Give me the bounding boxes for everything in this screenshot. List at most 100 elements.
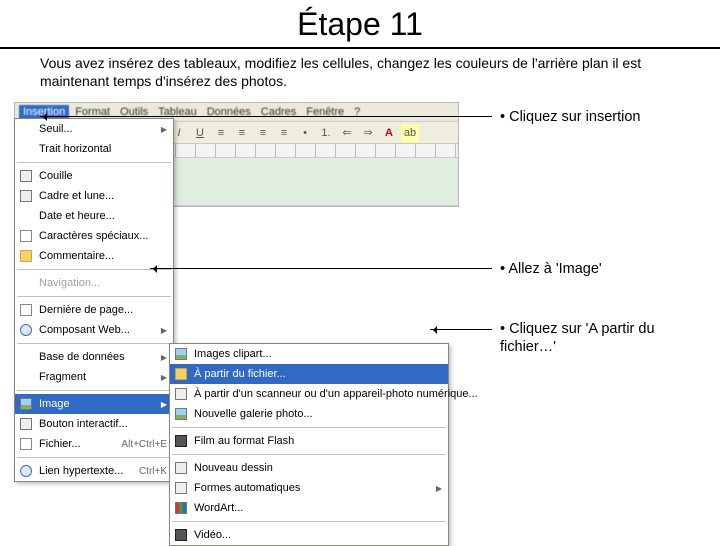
insert-menu-item[interactable]: Date et heure... bbox=[15, 206, 173, 226]
pic-icon bbox=[175, 348, 187, 360]
submenu-arrow-icon: ▶ bbox=[161, 373, 167, 382]
link-icon bbox=[20, 324, 32, 336]
insert-menu-item[interactable]: Bouton interactif... bbox=[15, 414, 173, 434]
pic-icon bbox=[20, 398, 32, 410]
align-center-button[interactable]: ≡ bbox=[233, 124, 251, 142]
doc-icon bbox=[20, 304, 32, 316]
font-color-button[interactable]: A bbox=[380, 124, 398, 142]
image-submenu-item[interactable]: Nouvelle galerie photo... bbox=[170, 404, 448, 424]
shortcut: Ctrl+K bbox=[139, 466, 167, 477]
insert-menu-item[interactable]: Image▶ bbox=[15, 394, 173, 414]
page-title: Étape 11 bbox=[0, 0, 720, 49]
square-icon bbox=[175, 388, 187, 400]
arrow-2 bbox=[150, 268, 492, 269]
indent-button[interactable]: ⇒ bbox=[359, 124, 377, 142]
image-submenu-label: Images clipart... bbox=[194, 348, 272, 360]
square-icon bbox=[20, 170, 32, 182]
image-submenu-item[interactable]: Nouveau dessin bbox=[170, 458, 448, 478]
square-icon bbox=[20, 190, 32, 202]
insert-menu-label: Base de données bbox=[39, 351, 125, 363]
image-submenu-item[interactable]: À partir d'un scanneur ou d'un appareil-… bbox=[170, 384, 448, 404]
insert-menu-item[interactable]: Couille bbox=[15, 166, 173, 186]
image-submenu-label: WordArt... bbox=[194, 502, 243, 514]
arrow-3 bbox=[430, 329, 492, 330]
insert-menu-item[interactable]: Dernière de page... bbox=[15, 300, 173, 320]
image-submenu-item[interactable]: À partir du fichier... bbox=[170, 364, 448, 384]
insert-menu-item[interactable]: Commentaire... bbox=[15, 246, 173, 266]
image-submenu-separator bbox=[172, 521, 446, 522]
insert-menu-label: Composant Web... bbox=[39, 324, 130, 336]
pic-icon bbox=[175, 408, 187, 420]
image-submenu-label: Formes automatiques bbox=[194, 482, 300, 494]
square-icon bbox=[175, 482, 187, 494]
insert-menu-item[interactable]: Seuil... ▶ bbox=[15, 119, 173, 139]
image-submenu-label: À partir du fichier... bbox=[194, 368, 286, 380]
doc-icon bbox=[20, 438, 32, 450]
insert-menu-label: Commentaire... bbox=[39, 250, 114, 262]
image-submenu-label: Nouvelle galerie photo... bbox=[194, 408, 313, 420]
image-submenu: Images clipart... À partir du fichier... À… bbox=[169, 343, 449, 546]
insert-menu-separator bbox=[17, 457, 171, 458]
submenu-arrow-icon: ▶ bbox=[436, 484, 442, 493]
insert-menu-label: Lien hypertexte... bbox=[39, 465, 123, 477]
insert-menu: Seuil... ▶ Trait horizontal Couille Cadre et… bbox=[14, 118, 174, 482]
highlight-button[interactable]: ab bbox=[401, 124, 419, 142]
numbering-button[interactable]: 1. bbox=[317, 124, 335, 142]
image-submenu-item[interactable]: Film au format Flash bbox=[170, 431, 448, 451]
insert-menu-item[interactable]: Cadre et lune... bbox=[15, 186, 173, 206]
insert-menu-label: Dernière de page... bbox=[39, 304, 133, 316]
align-left-button[interactable]: ≡ bbox=[212, 124, 230, 142]
underline-button[interactable]: U bbox=[191, 124, 209, 142]
insert-menu-item[interactable]: Fragment ▶ bbox=[15, 367, 173, 387]
figure-area: InsertionFormatOutilsTableauDonnéesCadre… bbox=[0, 98, 720, 518]
insert-menu-label: Caractères spéciaux... bbox=[39, 230, 148, 242]
doc-icon bbox=[20, 230, 32, 242]
image-submenu-separator bbox=[172, 454, 446, 455]
video-icon bbox=[175, 435, 187, 447]
video-icon bbox=[175, 529, 187, 541]
justify-button[interactable]: ≡ bbox=[275, 124, 293, 142]
insert-menu-separator bbox=[17, 162, 171, 163]
outdent-button[interactable]: ⇐ bbox=[338, 124, 356, 142]
insert-menu-label: Date et heure... bbox=[39, 210, 115, 222]
insert-menu-item[interactable]: Caractères spéciaux... bbox=[15, 226, 173, 246]
intro-text: Vous avez insérez des tableaux, modifiez… bbox=[0, 55, 720, 98]
insert-menu-item[interactable]: Trait horizontal bbox=[15, 139, 173, 159]
align-right-button[interactable]: ≡ bbox=[254, 124, 272, 142]
insert-menu-item[interactable]: Base de données▶ bbox=[15, 347, 173, 367]
callout-3: Cliquez sur 'A partir du fichier…' bbox=[500, 320, 700, 356]
insert-menu-item: Navigation... bbox=[15, 273, 173, 293]
submenu-arrow-icon: ▶ bbox=[161, 125, 167, 134]
link-icon bbox=[20, 465, 32, 477]
arrow-1 bbox=[40, 116, 492, 117]
insert-menu-label: Trait horizontal bbox=[39, 143, 111, 155]
image-submenu-item[interactable]: WordArt... bbox=[170, 498, 448, 518]
image-submenu-label: À partir d'un scanneur ou d'un appareil-… bbox=[194, 388, 478, 400]
bullets-button[interactable]: • bbox=[296, 124, 314, 142]
insert-menu-separator bbox=[17, 296, 171, 297]
insert-menu-separator bbox=[17, 343, 171, 344]
insert-menu-item[interactable]: Lien hypertexte... Ctrl+K bbox=[15, 461, 173, 481]
insert-menu-separator bbox=[17, 390, 171, 391]
image-submenu-item[interactable]: Images clipart... bbox=[170, 344, 448, 364]
insert-menu-label: Couille bbox=[39, 170, 73, 182]
chart-icon bbox=[175, 502, 187, 514]
insert-menu-label: Seuil... bbox=[39, 123, 73, 135]
image-submenu-separator bbox=[172, 427, 446, 428]
insert-menu-label: Fragment bbox=[39, 371, 86, 383]
image-submenu-label: Film au format Flash bbox=[194, 435, 294, 447]
folder-icon bbox=[175, 368, 187, 380]
square-icon bbox=[20, 418, 32, 430]
image-submenu-label: Vidéo... bbox=[194, 529, 231, 541]
submenu-arrow-icon: ▶ bbox=[161, 326, 167, 335]
insert-menu-separator bbox=[17, 269, 171, 270]
submenu-arrow-icon: ▶ bbox=[161, 400, 167, 409]
callout-2: Allez à 'Image' bbox=[500, 260, 700, 278]
folder-icon bbox=[20, 250, 32, 262]
insert-menu-item[interactable]: Fichier...Alt+Ctrl+E bbox=[15, 434, 173, 454]
insert-menu-label: Bouton interactif... bbox=[39, 418, 128, 430]
image-submenu-item[interactable]: Formes automatiques ▶ bbox=[170, 478, 448, 498]
insert-menu-item[interactable]: Composant Web... ▶ bbox=[15, 320, 173, 340]
image-submenu-label: Nouveau dessin bbox=[194, 462, 273, 474]
image-submenu-item[interactable]: Vidéo... bbox=[170, 525, 448, 545]
